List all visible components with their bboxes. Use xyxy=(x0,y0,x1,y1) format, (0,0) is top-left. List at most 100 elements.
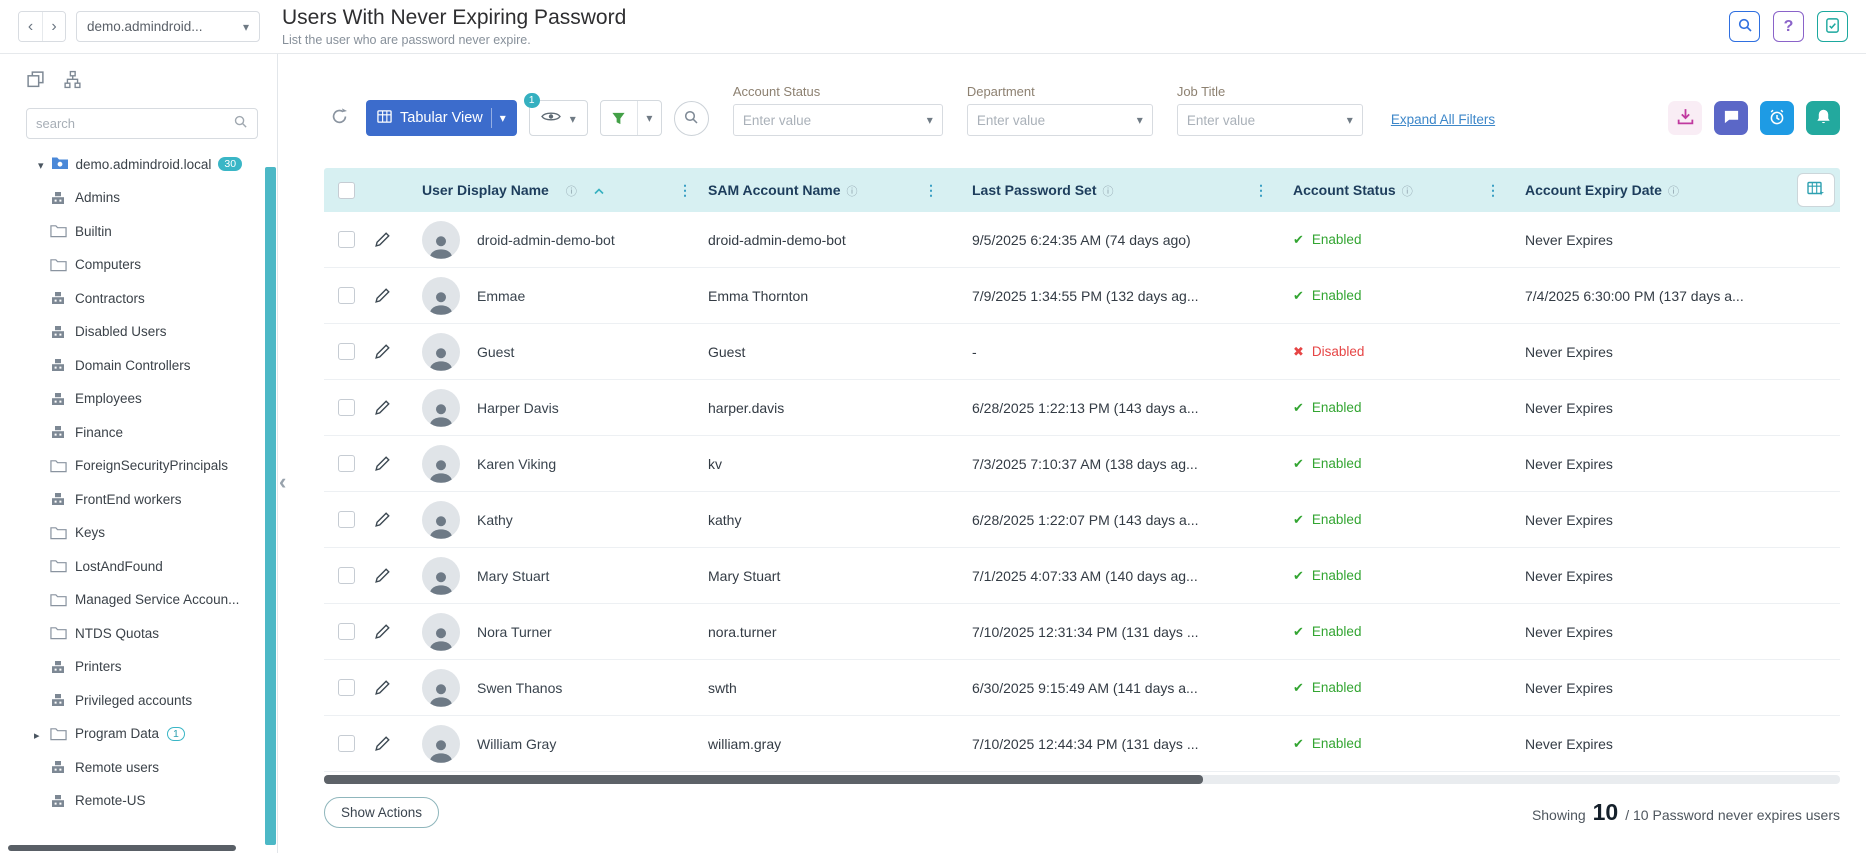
column-header-user-display-name[interactable]: User Display Name xyxy=(412,168,700,212)
audit-report-button[interactable] xyxy=(1817,11,1848,42)
sidebar-search-input[interactable] xyxy=(36,116,233,131)
column-visibility-button[interactable]: 1 xyxy=(523,93,588,136)
tree-item[interactable]: FrontEnd workers xyxy=(0,483,277,517)
download-button[interactable] xyxy=(1668,101,1702,135)
edit-pencil-icon[interactable] xyxy=(374,231,391,248)
message-button[interactable] xyxy=(1714,101,1748,135)
tree-item[interactable]: Contractors xyxy=(0,282,277,316)
filter-select[interactable] xyxy=(732,104,943,136)
chevron-down-icon xyxy=(1347,111,1353,129)
ou-icon xyxy=(50,559,67,573)
row-checkbox[interactable] xyxy=(338,511,355,528)
account-expiry-date: Never Expires xyxy=(1525,231,1613,248)
job-title-filter-input[interactable] xyxy=(1186,112,1347,128)
row-checkbox[interactable] xyxy=(338,567,355,584)
edit-pencil-icon[interactable] xyxy=(374,287,391,304)
tree-item[interactable]: NTDS Quotas xyxy=(0,617,277,651)
row-checkbox[interactable] xyxy=(338,343,355,360)
info-icon[interactable] xyxy=(1402,182,1413,199)
row-select-cell xyxy=(324,735,412,752)
sidebar-vertical-scrollbar[interactable] xyxy=(265,167,276,845)
expand-all-filters-link[interactable]: Expand All Filters xyxy=(1391,112,1495,127)
refresh-button[interactable] xyxy=(324,100,354,136)
edit-pencil-icon[interactable] xyxy=(374,735,391,752)
filter-button[interactable] xyxy=(599,100,662,136)
edit-pencil-icon[interactable] xyxy=(374,455,391,472)
edit-pencil-icon[interactable] xyxy=(374,343,391,360)
expand-caret-icon[interactable] xyxy=(34,727,40,742)
tree-item[interactable]: Managed Service Accoun... xyxy=(0,583,277,617)
row-checkbox[interactable] xyxy=(338,623,355,640)
filter-select[interactable] xyxy=(1176,104,1363,136)
edit-pencil-icon[interactable] xyxy=(374,567,391,584)
tree-item[interactable]: Admins xyxy=(0,181,277,215)
sidebar-search xyxy=(26,108,258,139)
tree-item[interactable]: Domain Controllers xyxy=(0,349,277,383)
row-checkbox[interactable] xyxy=(338,455,355,472)
user-display-name: Kathy xyxy=(477,511,513,528)
filter-select[interactable] xyxy=(966,104,1153,136)
department-filter-input[interactable] xyxy=(976,112,1137,128)
scrollbar-thumb[interactable] xyxy=(324,775,1204,784)
tree-item[interactable]: Remote-US xyxy=(0,784,277,818)
layered-view-button[interactable] xyxy=(26,70,45,92)
table-horizontal-scrollbar xyxy=(324,775,1840,784)
tree-item[interactable]: Disabled Users xyxy=(0,315,277,349)
forward-button[interactable] xyxy=(42,12,65,41)
ou-icon xyxy=(50,492,67,506)
column-chooser-button[interactable] xyxy=(1797,173,1835,207)
tree-item[interactable]: Printers xyxy=(0,650,277,684)
domain-selector[interactable]: demo.admindroid... xyxy=(76,11,260,42)
table-search-button[interactable] xyxy=(673,101,709,136)
select-all-checkbox[interactable] xyxy=(338,181,355,199)
account-status-filter-input[interactable] xyxy=(742,112,927,128)
row-checkbox[interactable] xyxy=(338,735,355,752)
tree-item[interactable]: LostAndFound xyxy=(0,550,277,584)
view-selector-button[interactable]: Tabular View xyxy=(366,100,517,136)
sidebar-horizontal-scrollbar[interactable] xyxy=(8,845,236,851)
help-button[interactable] xyxy=(1773,11,1804,42)
column-menu-icon[interactable] xyxy=(924,182,938,199)
sort-asc-icon[interactable] xyxy=(594,182,604,198)
alerts-button[interactable] xyxy=(1806,101,1840,135)
tree-item[interactable]: Remote users xyxy=(0,751,277,785)
sidebar-collapse-handle[interactable] xyxy=(279,471,286,493)
account-status-cell: Enabled xyxy=(1276,736,1508,752)
global-search-button[interactable] xyxy=(1729,11,1760,42)
user-cell: droid-admin-demo-bot xyxy=(412,220,700,259)
column-header-account-status[interactable]: Account Status xyxy=(1276,168,1508,212)
info-icon[interactable] xyxy=(1103,182,1114,199)
tree-item[interactable]: Finance xyxy=(0,416,277,450)
tree-item[interactable]: Computers xyxy=(0,248,277,282)
tree-root-domain[interactable]: demo.admindroid.local 30 xyxy=(0,147,277,181)
row-checkbox[interactable] xyxy=(338,231,355,248)
tree-item[interactable]: Program Data 1 xyxy=(0,717,277,751)
row-checkbox[interactable] xyxy=(338,679,355,696)
schedule-button[interactable] xyxy=(1760,101,1794,135)
row-checkbox[interactable] xyxy=(338,287,355,304)
tree-item[interactable]: Builtin xyxy=(0,215,277,249)
column-menu-icon[interactable] xyxy=(1486,182,1500,199)
back-button[interactable] xyxy=(19,12,42,41)
tree-item[interactable]: Keys xyxy=(0,516,277,550)
info-icon[interactable] xyxy=(566,182,577,199)
tree-item[interactable]: Employees xyxy=(0,382,277,416)
column-header-last-password-set[interactable]: Last Password Set xyxy=(946,168,1276,212)
edit-pencil-icon[interactable] xyxy=(374,679,391,696)
filter-dropdown-toggle[interactable] xyxy=(636,101,661,135)
column-header-sam-account-name[interactable]: SAM Account Name xyxy=(700,168,946,212)
edit-pencil-icon[interactable] xyxy=(374,399,391,416)
edit-pencil-icon[interactable] xyxy=(374,623,391,640)
tree-item[interactable]: Privileged accounts xyxy=(0,684,277,718)
collapse-caret-icon[interactable] xyxy=(38,157,44,172)
tree-item[interactable]: ForeignSecurityPrincipals xyxy=(0,449,277,483)
org-tree-button[interactable] xyxy=(63,70,82,92)
column-menu-icon[interactable] xyxy=(678,182,692,199)
info-icon[interactable] xyxy=(847,182,858,199)
show-actions-button[interactable]: Show Actions xyxy=(324,797,440,828)
column-header-account-expiry-date[interactable]: Account Expiry Date xyxy=(1508,168,1840,212)
column-menu-icon[interactable] xyxy=(1254,182,1268,199)
info-icon[interactable] xyxy=(1668,182,1679,199)
row-checkbox[interactable] xyxy=(338,399,355,416)
edit-pencil-icon[interactable] xyxy=(374,511,391,528)
